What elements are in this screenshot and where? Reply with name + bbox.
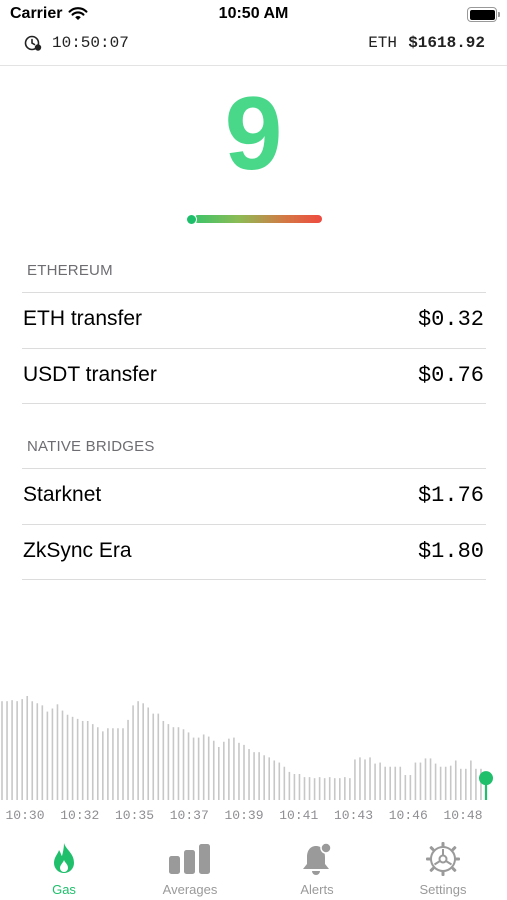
section-header-native-bridges: NATIVE BRIDGES bbox=[27, 438, 155, 455]
chart-tick-label: 10:43 bbox=[334, 808, 373, 823]
row-label: ZkSync Era bbox=[23, 539, 132, 562]
list-item[interactable]: ZkSync Era $1.80 bbox=[22, 524, 486, 580]
gas-gauge bbox=[186, 214, 322, 225]
tab-label: Averages bbox=[162, 882, 218, 897]
tab-bar: Gas Averages Alerts Settings bbox=[0, 832, 507, 900]
gear-icon bbox=[426, 842, 460, 876]
gauge-bar bbox=[194, 215, 322, 223]
chart-tick-label: 10:32 bbox=[60, 808, 99, 823]
row-value: $1.80 bbox=[417, 539, 484, 564]
status-time: 10:50 AM bbox=[218, 5, 289, 22]
gas-price-number: 9 bbox=[224, 76, 283, 192]
gas-history-chart-svg: 10:30 10:32 10:35 10:37 10:39 10:41 10:43 10:46… bbox=[1, 696, 493, 823]
tab-alerts[interactable]: Alerts bbox=[267, 842, 367, 897]
row-label: Starknet bbox=[23, 483, 102, 506]
row-value: $1.76 bbox=[417, 483, 484, 508]
tab-label: Gas bbox=[52, 882, 76, 897]
chart-tick-label: 10:39 bbox=[224, 808, 263, 823]
eth-price-value: $1618.92 bbox=[408, 34, 485, 52]
chart-tick-label: 10:35 bbox=[115, 808, 154, 823]
list-item[interactable]: Starknet $1.76 bbox=[22, 468, 486, 524]
flame-icon bbox=[54, 843, 74, 873]
chart-tick-label: 10:37 bbox=[170, 808, 209, 823]
eth-price-label: ETH bbox=[368, 34, 397, 52]
chart-tick-label: 10:48 bbox=[443, 808, 482, 823]
info-bar: 10:50:07 ETH $1618.92 bbox=[0, 30, 507, 66]
tab-gas[interactable]: Gas bbox=[14, 842, 114, 897]
row-label: USDT transfer bbox=[23, 363, 157, 386]
chart-tick-label: 10:41 bbox=[279, 808, 318, 823]
row-value: $0.32 bbox=[417, 307, 484, 332]
list-item[interactable]: ETH transfer $0.32 bbox=[22, 292, 486, 348]
tab-label: Alerts bbox=[300, 882, 334, 897]
tab-averages[interactable]: Averages bbox=[140, 842, 240, 897]
battery-icon bbox=[467, 7, 500, 22]
list-item[interactable]: USDT transfer $0.76 bbox=[22, 348, 486, 404]
row-value: $0.76 bbox=[417, 363, 484, 388]
gas-history-chart[interactable]: 10:30 10:32 10:35 10:37 10:39 10:41 10:43 10:46… bbox=[0, 680, 507, 828]
bar-chart-icon bbox=[169, 844, 210, 874]
gauge-indicator bbox=[186, 214, 197, 225]
section-header-ethereum: ETHEREUM bbox=[27, 262, 113, 279]
status-bar: Carrier 10:50 AM bbox=[0, 0, 507, 30]
tab-label: Settings bbox=[419, 882, 467, 897]
clock-icon bbox=[24, 35, 42, 51]
bell-icon bbox=[303, 842, 332, 875]
tab-settings[interactable]: Settings bbox=[393, 842, 493, 897]
chart-tick-label: 10:46 bbox=[389, 808, 428, 823]
chart-tick-label: 10:30 bbox=[5, 808, 44, 823]
clock-readout: 10:50:07 bbox=[52, 34, 129, 52]
row-label: ETH transfer bbox=[23, 307, 143, 330]
chart-current-point bbox=[479, 771, 493, 786]
